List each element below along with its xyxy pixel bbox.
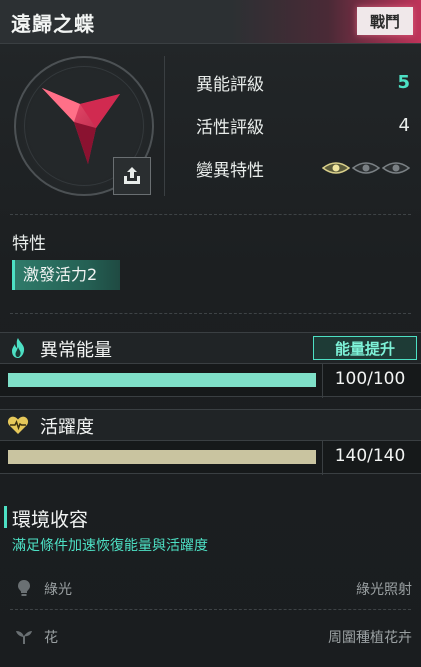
vitality-bar-track [8, 450, 316, 464]
eye-icon-inactive [382, 162, 410, 174]
eye-icon-inactive [352, 162, 380, 174]
stat-label: 活性評級 [196, 117, 264, 138]
export-icon [124, 167, 140, 184]
mode-badge[interactable]: 戰鬥 [357, 7, 413, 35]
vitality-bar-row: 140/140 [0, 440, 421, 475]
vitality-bar-fill [8, 450, 316, 464]
energy-label: 異常能量 [40, 340, 112, 361]
trait-section-label: 特性 [12, 234, 46, 254]
eye-icon-active [322, 162, 350, 174]
environment-condition: 周圍種植花卉 [328, 630, 412, 646]
section-accent [4, 506, 7, 528]
stat-row-ability-rating: 異能評級 5 [196, 70, 410, 95]
stat-label: 異能評級 [196, 74, 264, 95]
mutation-eyes[interactable] [322, 160, 410, 176]
energy-block: 異常能量 能量提升 100/100 [0, 332, 421, 400]
environment-name: 綠光 [44, 582, 72, 598]
flame-icon [5, 336, 31, 360]
emblem-divider [164, 56, 165, 196]
vitality-value: 140/140 [334, 446, 406, 466]
sprout-icon [16, 631, 32, 644]
divider [10, 609, 411, 610]
bulb-icon [18, 580, 30, 596]
trait-chip[interactable]: 激發活力2 [12, 260, 120, 290]
stat-value: 5 [397, 71, 410, 93]
export-button[interactable] [113, 157, 151, 195]
environment-title: 環境收容 [12, 509, 89, 531]
stat-row-activity-rating: 活性評級 4 [196, 113, 410, 138]
heartbeat-icon [5, 413, 31, 437]
stat-label: 變異特性 [196, 160, 264, 181]
environment-description: 滿足條件加速恢復能量與活躍度 [12, 538, 208, 554]
environment-condition: 綠光照射 [356, 582, 412, 598]
environment-row-flower: 花 周圍種植花卉 [10, 625, 412, 647]
energy-boost-button[interactable]: 能量提升 [313, 336, 417, 360]
stat-row-mutation-traits: 變異特性 [196, 156, 410, 181]
stat-value: 4 [398, 114, 410, 136]
energy-header: 異常能量 能量提升 [0, 333, 421, 363]
environment-row-green-light: 綠光 綠光照射 [10, 577, 412, 599]
creature-detail-panel: 遠歸之蝶 戰鬥 異能評級 5 活性評級 4 變異特性 特性 激發活力2 異常能量… [0, 0, 421, 667]
energy-bar-row: 100/100 [0, 363, 421, 398]
energy-value: 100/100 [334, 369, 406, 389]
energy-bar-track [8, 373, 316, 387]
vitality-label: 活躍度 [40, 417, 94, 438]
divider [10, 214, 411, 215]
creature-name: 遠歸之蝶 [11, 12, 95, 36]
header: 遠歸之蝶 戰鬥 [0, 0, 421, 44]
environment-name: 花 [44, 630, 58, 646]
divider [10, 313, 411, 314]
vitality-header: 活躍度 [0, 410, 421, 440]
energy-bar-fill [8, 373, 316, 387]
vitality-block: 活躍度 140/140 [0, 409, 421, 477]
